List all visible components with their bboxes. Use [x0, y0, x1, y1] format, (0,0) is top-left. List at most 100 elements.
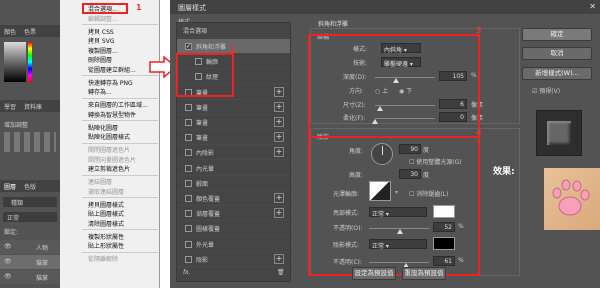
tab-swatches[interactable]: 色票	[24, 27, 36, 36]
menu-item[interactable]: 清除圖層樣式	[88, 219, 124, 228]
menu-item[interactable]: 從圖層建立群組...	[88, 65, 136, 74]
effect-preview-image	[544, 168, 600, 230]
style-checkbox[interactable]	[185, 195, 192, 202]
step-number-2: 2	[230, 46, 236, 55]
set-default-button[interactable]: 設定為預設值	[352, 267, 396, 280]
new-style-button[interactable]: 新增樣式(W)...	[522, 67, 592, 80]
style-checkbox[interactable]	[185, 225, 192, 233]
menu-item: 選取連結圖層	[88, 188, 125, 196]
tab-layers[interactable]: 圖層	[4, 182, 16, 191]
fx-icon[interactable]: fx.	[183, 269, 191, 276]
menu-item[interactable]: 複製圖層...	[88, 46, 118, 55]
adjustment-icons[interactable]	[4, 132, 56, 152]
menu-item[interactable]: 混合選項...	[88, 4, 118, 13]
menu-item[interactable]: 拷貝圖層樣式	[88, 200, 124, 209]
add-effect-icon[interactable]: +	[274, 117, 284, 127]
tab-learn[interactable]: 學習	[4, 102, 16, 111]
close-icon[interactable]: ✕	[589, 2, 596, 11]
style-item-label: 圖樣覆蓋	[196, 226, 221, 234]
style-checkbox[interactable]	[185, 119, 192, 126]
preview-checkbox[interactable]: ☑ 預視(V)	[532, 86, 560, 95]
style-item[interactable]: 內陰影 +	[177, 145, 290, 161]
tab-color[interactable]: 顏色	[4, 27, 16, 36]
menu-item[interactable]: 轉存為...	[88, 87, 112, 96]
dialog-titlebar[interactable]: 圖層樣式	[170, 0, 600, 14]
menu-item: 關閉圖層遮色片	[88, 147, 131, 154]
style-checkbox[interactable]: ✓	[185, 43, 192, 50]
style-item[interactable]: 圖樣覆蓋	[177, 221, 290, 237]
add-effect-icon[interactable]: +	[274, 86, 284, 97]
menu-item[interactable]: 刪除圖層	[88, 55, 112, 64]
hue-slider[interactable]	[28, 42, 32, 82]
style-item-label: 緞面	[196, 180, 209, 188]
style-checkbox[interactable]	[185, 210, 192, 218]
style-item-label: 內光暈	[196, 165, 215, 173]
style-checkbox[interactable]	[185, 103, 192, 111]
step-number-1: 1	[136, 3, 142, 12]
blend-mode-select[interactable]: 正常	[3, 212, 57, 222]
style-item[interactable]: 筆畫 +	[177, 115, 290, 130]
menu-separator	[82, 229, 158, 230]
adjustments-label: 增加調整	[4, 122, 29, 129]
menu-separator	[82, 97, 158, 99]
layer-kind-filter[interactable]: 種類	[3, 197, 57, 207]
reset-default-button[interactable]: 重設為預設值	[402, 267, 446, 280]
style-item-label: 筆畫	[196, 120, 209, 127]
style-item[interactable]: 外光暈	[177, 237, 290, 252]
style-item-label: 外光暈	[196, 241, 215, 249]
style-item[interactable]: 顏色覆蓋 +	[177, 191, 290, 206]
cancel-button[interactable]: 取消	[522, 47, 592, 60]
add-effect-icon[interactable]: +	[274, 132, 284, 143]
menu-item[interactable]: 點陣化圖層	[88, 123, 118, 132]
style-checkbox[interactable]	[185, 164, 192, 172]
style-item[interactable]: 內光暈	[177, 161, 290, 176]
style-checkbox[interactable]	[185, 240, 192, 248]
add-effect-icon[interactable]: +	[274, 147, 284, 158]
style-item-label: 顏色覆蓋	[196, 196, 221, 203]
section-title: 斜角和浮雕	[318, 21, 349, 28]
style-item[interactable]: 緞面	[177, 176, 290, 191]
menu-item[interactable]: 建立剪裁遮色片	[88, 164, 130, 173]
tab-channels[interactable]: 色版	[24, 182, 36, 191]
layer-row[interactable]: 👁 貓掌	[0, 270, 60, 284]
menu-item[interactable]: 貼上形狀屬性	[88, 241, 124, 250]
menu-item: 連結圖層	[88, 179, 113, 186]
style-checkbox[interactable]	[185, 134, 192, 142]
menu-item[interactable]: 來自圖層的工作區域...	[88, 100, 148, 109]
add-effect-icon[interactable]: +	[274, 101, 284, 112]
style-checkbox[interactable]	[185, 149, 192, 157]
style-preview-thumbnail	[536, 110, 582, 156]
effect-label: 效果:	[493, 167, 515, 177]
menu-item[interactable]: 複製形狀屬性	[88, 232, 124, 241]
style-item[interactable]: 筆畫 +	[177, 100, 290, 115]
menu-item[interactable]: 拷貝 SVG	[88, 36, 114, 45]
tab-libraries[interactable]: 資料庫	[24, 102, 42, 111]
menu-item[interactable]: 轉換為智慧型物件	[88, 110, 136, 119]
style-item[interactable]: 陰影 +	[177, 252, 290, 267]
add-effect-icon[interactable]: +	[274, 253, 284, 264]
ok-button[interactable]: 確定	[522, 28, 592, 41]
menu-item[interactable]: 拷貝 CSS	[88, 27, 114, 36]
blending-options-item[interactable]: 混合選項	[177, 23, 290, 38]
style-item[interactable]: 漸層覆蓋 +	[177, 206, 290, 222]
highlight-box-4	[308, 136, 480, 276]
menu-item[interactable]: 點陣化圖層樣式	[88, 132, 130, 141]
layer-row[interactable]: 👁 人物	[0, 240, 60, 254]
color-field[interactable]	[4, 42, 26, 82]
menu-item[interactable]: 快速轉存為 PNG	[88, 78, 133, 87]
style-item-label: 陰影	[196, 256, 209, 264]
menu-item[interactable]: 貼上圖層樣式	[88, 209, 124, 218]
paw-icon	[552, 179, 590, 216]
style-checkbox[interactable]	[185, 255, 192, 263]
add-effect-icon[interactable]: +	[274, 193, 284, 203]
lock-label: 鎖定:	[4, 229, 19, 236]
menu-separator	[82, 24, 158, 25]
trash-icon[interactable]: 🗑	[277, 269, 285, 276]
style-item-label: 筆畫	[196, 104, 209, 112]
menu-separator	[82, 120, 158, 121]
layer-row[interactable]: 👁 貓掌	[0, 255, 60, 269]
style-item[interactable]: 筆畫 +	[177, 130, 290, 146]
style-checkbox[interactable]	[185, 179, 192, 187]
add-effect-icon[interactable]: +	[274, 208, 284, 219]
style-item-label: 內陰影	[196, 150, 215, 158]
